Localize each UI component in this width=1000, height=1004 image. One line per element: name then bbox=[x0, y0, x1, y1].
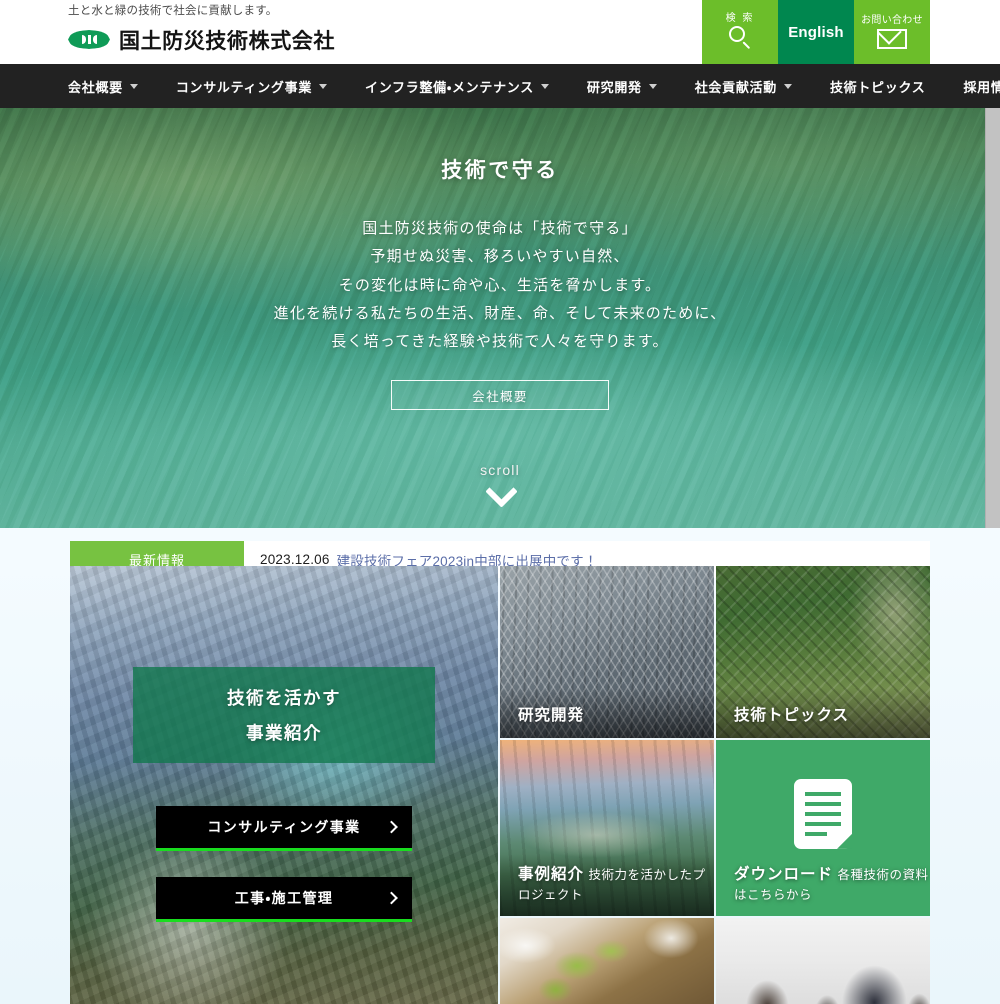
nav-label: コンサルティング事業 bbox=[175, 79, 313, 95]
nav-item-social-contribution[interactable]: 社会貢献活動 bbox=[695, 77, 792, 96]
chevron-down-icon bbox=[648, 83, 657, 89]
contact-button-label: お問い合わせ bbox=[861, 14, 923, 26]
hero-slider: 技術で守る 国土防災技術の使命は「技術で守る」 予期せぬ災害、移ろいやすい自然、… bbox=[0, 108, 1000, 528]
tile-title: ダウンロード bbox=[734, 866, 834, 883]
chevron-down-icon bbox=[540, 83, 549, 89]
tile-meeting-photo[interactable] bbox=[716, 918, 930, 1004]
business-intro-promo: 技術を活かす 事業紹介 コンサルティング事業 工事・施工管理 bbox=[70, 566, 498, 1004]
promo-line-1: 技術を活かす bbox=[227, 688, 341, 708]
search-icon bbox=[727, 25, 753, 51]
tile-title: 技術トピックス bbox=[734, 707, 850, 724]
tile-research-development[interactable]: 研究開発 bbox=[500, 566, 714, 738]
site-header: 土と水と緑の技術で社会に貢献します。 国土防災技術株式会社 検 索 Englis… bbox=[0, 0, 1000, 64]
news-date: 2023.12.06 bbox=[260, 552, 330, 567]
nav-label: 技術トピックス bbox=[829, 79, 926, 95]
tile-caption: 研究開発 bbox=[500, 703, 714, 738]
tile-caption: ダウンロード 各種技術の資料はこちらから bbox=[716, 862, 930, 916]
search-button-label: 検 索 bbox=[725, 12, 755, 24]
main-navigation: 会社概要 コンサルティング事業 インフラ整備・メンテナンス 研究開発 社会貢献活… bbox=[0, 64, 1000, 108]
button-label: コンサルティング事業 bbox=[207, 819, 361, 835]
promo-buttons: コンサルティング事業 工事・施工管理 bbox=[156, 806, 412, 922]
scroll-indicator[interactable]: scroll bbox=[0, 462, 1000, 506]
tile-download[interactable]: ダウンロード 各種技術の資料はこちらから bbox=[716, 740, 930, 916]
tile-title: 研究開発 bbox=[518, 707, 585, 724]
contact-button[interactable]: お問い合わせ bbox=[854, 0, 930, 64]
brand-tagline: 土と水と緑の技術で社会に貢献します。 bbox=[68, 5, 278, 17]
nav-item-company[interactable]: 会社概要 bbox=[68, 77, 138, 96]
nav-label: 採用情報 bbox=[963, 79, 1000, 95]
hero-line: 長く培ってきた経験や技術で人々を守ります。 bbox=[331, 333, 669, 350]
button-label: 工事・施工管理 bbox=[234, 890, 334, 906]
promo-line-2: 事業紹介 bbox=[246, 723, 322, 743]
nav-label: 社会貢献活動 bbox=[694, 79, 777, 95]
page-root: 土と水と緑の技術で社会に貢献します。 国土防災技術株式会社 検 索 Englis… bbox=[0, 0, 1000, 1004]
company-name: 国土防災技術株式会社 bbox=[119, 29, 335, 53]
search-button[interactable]: 検 索 bbox=[702, 0, 778, 64]
tile-seedling-photo[interactable] bbox=[500, 918, 714, 1004]
construction-management-button[interactable]: 工事・施工管理 bbox=[156, 877, 412, 922]
hero-company-overview-button[interactable]: 会社概要 bbox=[391, 380, 609, 411]
tile-title: 事例紹介 bbox=[518, 866, 585, 883]
chevron-right-icon bbox=[385, 891, 398, 905]
chevron-down-icon bbox=[783, 83, 792, 89]
tile-image bbox=[716, 918, 930, 1004]
nav-item-research[interactable]: 研究開発 bbox=[587, 77, 657, 96]
brand-block[interactable]: 土と水と緑の技術で社会に貢献します。 国土防災技術株式会社 bbox=[68, 5, 335, 55]
promo-overlay: 技術を活かす 事業紹介 bbox=[133, 667, 435, 763]
tile-caption: 事例紹介 技術力を活かしたプロジェクト bbox=[500, 862, 714, 916]
hero-message: 国土防災技術の使命は「技術で守る」 予期せぬ災害、移ろいやすい自然、 その変化は… bbox=[274, 217, 727, 353]
tile-caption: 技術トピックス bbox=[716, 703, 930, 738]
hero-line: 予期せぬ災害、移ろいやすい自然、 bbox=[370, 248, 630, 266]
nav-label: 研究開発 bbox=[586, 79, 642, 95]
hero-line: 国土防災技術の使命は「技術で守る」 bbox=[362, 220, 638, 237]
header-actions: 検 索 English お問い合わせ bbox=[702, 0, 930, 64]
content-tile-grid: 技術を活かす 事業紹介 コンサルティング事業 工事・施工管理 研究開発 技術トピ… bbox=[70, 566, 930, 1004]
tile-image bbox=[500, 918, 714, 1004]
scrollbar-thumb[interactable] bbox=[986, 108, 1000, 528]
nav-item-recruit[interactable]: 採用情報 bbox=[963, 77, 1000, 96]
promo-background-image bbox=[70, 566, 498, 1004]
tile-case-studies[interactable]: 事例紹介 技術力を活かしたプロジェクト bbox=[500, 740, 714, 916]
hero-title: 技術で守る bbox=[441, 159, 559, 182]
english-button-label: English bbox=[788, 23, 844, 41]
nav-label: 会社概要 bbox=[68, 79, 123, 95]
chevron-down-icon bbox=[129, 83, 138, 89]
nav-label: インフラ整備・メンテナンス bbox=[365, 79, 534, 95]
company-logo-icon bbox=[68, 30, 110, 49]
hero-scrollbar[interactable] bbox=[985, 108, 1000, 528]
hero-line: 進化を続ける私たちの生活、財産、命、そして未来のために、 bbox=[273, 304, 727, 322]
mail-icon bbox=[877, 28, 907, 49]
chevron-down-icon bbox=[487, 480, 513, 506]
nav-item-consulting[interactable]: コンサルティング事業 bbox=[175, 77, 328, 96]
english-language-button[interactable]: English bbox=[778, 0, 854, 64]
tile-tech-topics[interactable]: 技術トピックス bbox=[716, 566, 930, 738]
nav-item-tech-topics[interactable]: 技術トピックス bbox=[830, 77, 926, 96]
document-icon-lines bbox=[794, 779, 852, 849]
chevron-down-icon bbox=[319, 83, 328, 89]
hero-line: その変化は時に命や心、生活を脅かします。 bbox=[338, 276, 662, 294]
consulting-business-button[interactable]: コンサルティング事業 bbox=[156, 806, 412, 851]
nav-item-infrastructure[interactable]: インフラ整備・メンテナンス bbox=[365, 77, 549, 96]
chevron-right-icon bbox=[385, 820, 398, 834]
